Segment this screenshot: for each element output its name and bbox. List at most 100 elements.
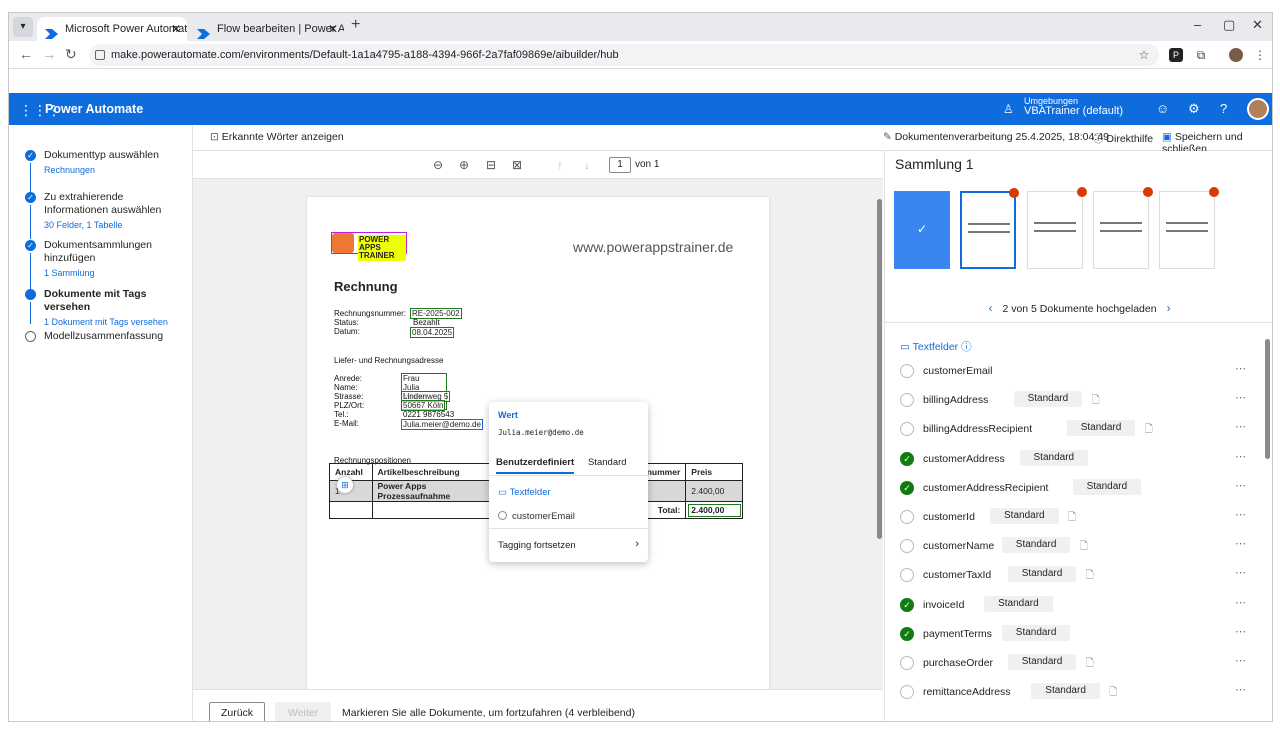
document-icon[interactable]: 🗋 (1086, 568, 1094, 585)
textfields-group[interactable]: ▭ Textfelder (498, 487, 551, 498)
step-collections[interactable]: ✓ Dokumentsammlungen hinzufügen 1 Sammlu… (25, 239, 185, 289)
step-tagging[interactable]: Dokumente mit Tags versehen 1 Dokument m… (25, 288, 185, 327)
smiley-icon[interactable]: ☺ (1156, 101, 1169, 116)
profile-icon[interactable] (1229, 48, 1243, 62)
tab-custom[interactable]: Benutzerdefiniert (496, 457, 575, 474)
more-options-icon[interactable]: ⋯ (1235, 683, 1246, 696)
field-row-customerId[interactable]: customerId Standard 🗋 ⋯ (900, 502, 1260, 531)
document-icon[interactable]: 🗋 (1145, 422, 1153, 439)
forward-icon[interactable]: → (42, 46, 56, 62)
field-row-customerTaxId[interactable]: customerTaxId Standard 🗋 ⋯ (900, 560, 1260, 589)
document-icon[interactable]: 🗋 (1092, 393, 1100, 410)
new-tab-button[interactable]: + (351, 16, 360, 34)
document-icon[interactable]: 🗋 (1086, 656, 1094, 673)
more-options-icon[interactable]: ⋯ (1235, 508, 1246, 521)
close-tab-icon[interactable]: ✕ (328, 17, 338, 41)
step-document-type[interactable]: ✓ Dokumenttyp auswählen Rechnungen (25, 149, 185, 193)
step-summary[interactable]: Modellzusammenfassung (25, 330, 185, 343)
fit-width-icon[interactable]: ⊟ (486, 158, 496, 172)
document-icon[interactable]: 🗋 (1068, 510, 1076, 527)
field-name: invoiceId (923, 598, 965, 611)
thumbnail-doc-2[interactable] (960, 188, 1019, 269)
more-options-icon[interactable]: ⋯ (1235, 479, 1246, 492)
settings-icon[interactable]: ⚙ (1188, 101, 1200, 117)
field-row-remittanceAddress[interactable]: remittanceAddress Standard 🗋 ⋯ (900, 677, 1260, 706)
more-options-icon[interactable]: ⋯ (1235, 537, 1246, 550)
minimize-icon[interactable]: – (1194, 17, 1201, 32)
tab-search-icon[interactable]: ▾ (13, 17, 33, 37)
panel-scrollbar[interactable] (1265, 329, 1270, 689)
back-button[interactable]: Zurück (209, 702, 265, 721)
tag-total[interactable]: 2.400,00 (685, 501, 743, 519)
field-row-paymentTerms[interactable]: ✓ paymentTerms Standard ⋯ (900, 619, 1260, 648)
more-options-icon[interactable]: ⋯ (1235, 362, 1246, 375)
help-button[interactable]: ⓘ Direkthilfe (1093, 131, 1153, 146)
thumbnail-doc-5[interactable] (1159, 187, 1219, 269)
status-value[interactable]: Bezahlt (413, 318, 440, 327)
viewer-scrollbar[interactable] (877, 181, 882, 681)
reload-icon[interactable]: ↻ (65, 46, 77, 63)
maximize-icon[interactable]: ▢ (1223, 17, 1235, 33)
next-button[interactable]: Weiter (275, 702, 331, 721)
site-info-icon[interactable] (95, 50, 105, 60)
info-icon[interactable]: ⓘ (961, 341, 972, 353)
continue-tagging[interactable]: Tagging fortsetzen › (489, 528, 648, 558)
extensions-puzzle-icon[interactable]: ⧉ (1194, 48, 1208, 62)
value-label: Wert (498, 410, 518, 420)
arrow-down-icon[interactable]: ↓ (584, 158, 590, 172)
close-tab-icon[interactable]: ✕ (171, 17, 181, 41)
more-options-icon[interactable]: ⋯ (1235, 566, 1246, 579)
zoom-in-icon[interactable]: ⊕ (459, 158, 469, 172)
zoom-out-icon[interactable]: ⊖ (433, 158, 443, 172)
recognized-words-button[interactable]: ⊡ Erkannte Wörter anzeigen (210, 131, 344, 143)
field-row-billingAddressRecipient[interactable]: billingAddressRecipient Standard 🗋 ⋯ (900, 414, 1260, 443)
field-row-customerAddress[interactable]: ✓ customerAddress Standard ⋯ (900, 444, 1260, 473)
star-icon[interactable]: ☆ (1137, 48, 1151, 62)
field-name: customerId (923, 510, 975, 523)
more-options-icon[interactable]: ⋯ (1235, 625, 1246, 638)
arrow-up-icon[interactable]: ↑ (557, 158, 563, 172)
empty-circle-icon (900, 509, 914, 524)
field-row-invoiceId[interactable]: ✓ invoiceId Standard ⋯ (900, 590, 1260, 619)
tag-email-selected[interactable]: Julia.meier@demo.de (401, 419, 483, 430)
more-options-icon[interactable]: ⋯ (1235, 654, 1246, 667)
more-options-icon[interactable]: ⋯ (1235, 391, 1246, 404)
avatar[interactable] (1247, 98, 1269, 120)
document-icon[interactable]: 🗋 (1109, 685, 1117, 702)
menu-icon[interactable]: ⋮ (1253, 48, 1267, 62)
more-options-icon[interactable]: ⋯ (1235, 596, 1246, 609)
more-options-icon[interactable]: ⋯ (1235, 420, 1246, 433)
tab-standard[interactable]: Standard (588, 457, 627, 468)
tab-flow-edit[interactable]: Flow bearbeiten | Power Automate ✕ (189, 17, 344, 41)
help-icon[interactable]: ? (1220, 101, 1227, 116)
window-close-icon[interactable]: ✕ (1252, 17, 1263, 33)
app-name[interactable]: Power Automate (45, 102, 143, 116)
chevron-left-icon[interactable]: ‹ (988, 301, 992, 315)
chevron-right-icon[interactable]: › (1167, 301, 1171, 315)
more-options-icon[interactable]: ⋯ (1235, 450, 1246, 463)
tab-power-automate-ai[interactable]: Microsoft Power Automate | KI ✕ (37, 17, 187, 41)
extension-icon[interactable]: P (1169, 48, 1183, 62)
page-number-input[interactable]: 1 (609, 157, 631, 173)
check-icon: ✓ (917, 222, 928, 236)
table-tag-icon[interactable]: ⊞ (337, 477, 353, 493)
field-row-customerEmail[interactable]: customerEmail ⋯ (900, 356, 1260, 385)
thumbnail-doc-3[interactable] (1027, 187, 1087, 269)
phone-value[interactable]: 0221 9876543 (403, 410, 454, 419)
fit-page-icon[interactable]: ⊠ (512, 158, 522, 172)
textfields-heading[interactable]: ▭ Textfelder ⓘ (900, 339, 972, 354)
field-option-customer-email[interactable]: customerEmail (498, 511, 575, 522)
field-row-billingAddress[interactable]: billingAddress Standard 🗋 ⋯ (900, 385, 1260, 414)
back-icon[interactable]: ← (19, 46, 33, 62)
thumbnail-doc-4[interactable] (1093, 187, 1153, 269)
url-field[interactable]: make.powerautomate.com/environments/Defa… (89, 44, 1159, 66)
environment-picker[interactable]: Umgebungen VBATrainer (default) (1024, 96, 1123, 117)
field-row-purchaseOrder[interactable]: purchaseOrder Standard 🗋 ⋯ (900, 648, 1260, 677)
field-row-customerAddressRecipient[interactable]: ✓ customerAddressRecipient Standard ⋯ (900, 473, 1260, 502)
document-pager: ‹ 2 von 5 Dokumente hochgeladen › (988, 301, 1171, 315)
document-icon[interactable]: 🗋 (1080, 539, 1088, 556)
thumbnail-doc-1[interactable]: ✓ (894, 191, 950, 269)
field-row-customerName[interactable]: customerName Standard 🗋 ⋯ (900, 531, 1260, 560)
tag-date[interactable]: 08.04.2025 (410, 327, 455, 338)
step-fields[interactable]: ✓ Zu extrahierende Informationen auswähl… (25, 191, 185, 239)
